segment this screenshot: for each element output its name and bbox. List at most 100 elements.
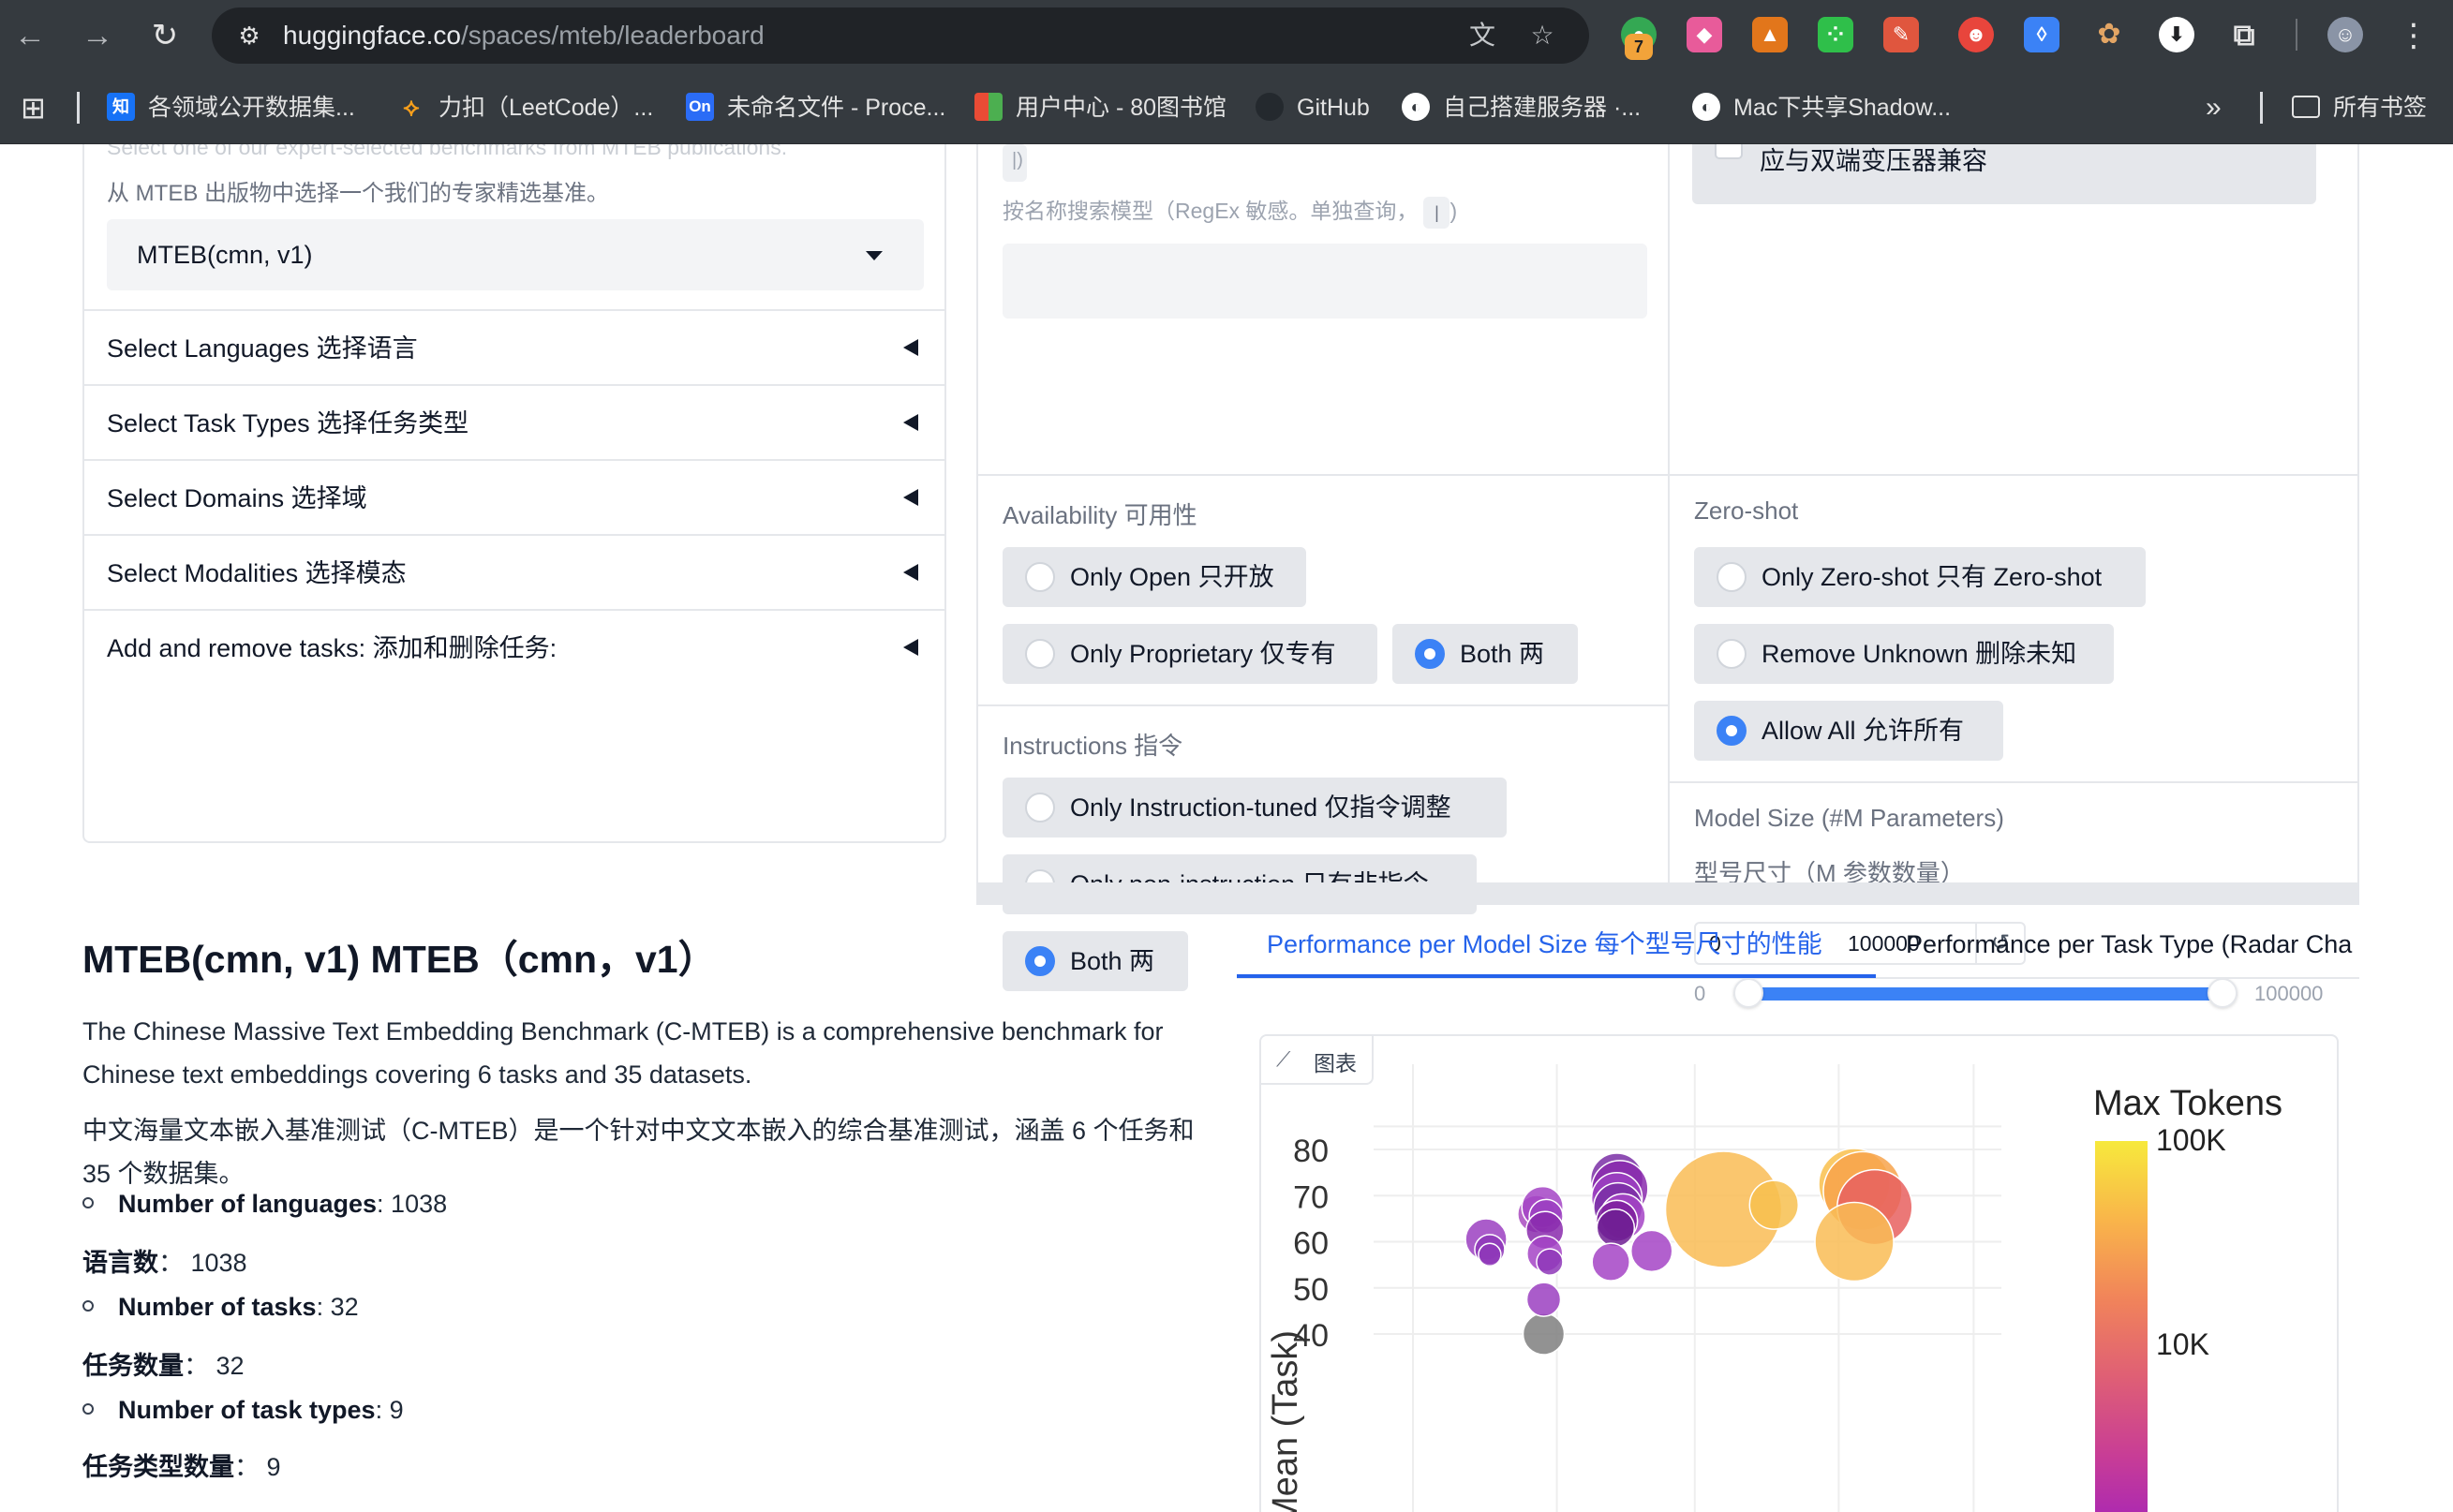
address-bar[interactable]: ⚙ huggingface.co/spaces/mteb/leaderboard… bbox=[212, 7, 1589, 64]
performance-chart: 40 50 60 70 80 Mean (Task) Max Tokens 100K 10K … bbox=[1259, 1034, 2339, 1512]
globe-icon: ◐ bbox=[1692, 93, 1720, 122]
radio-only-proprietary[interactable]: Only Proprietary 仅专有 bbox=[1003, 624, 1377, 684]
y-tick-label: 70 bbox=[1293, 1179, 1329, 1215]
bullet-icon bbox=[82, 1196, 94, 1208]
benchmark-info-cn: 从 MTEB 出版物中选择一个我们的专家精选基准。 bbox=[107, 181, 610, 206]
scatter-plot[interactable]: 4050607080Mean (Task) Max Tokens100K10K bbox=[1261, 1036, 2339, 1512]
reload-icon[interactable]: ↻ bbox=[142, 13, 187, 58]
bookmark-item[interactable]: ◐ Mac下共享Shadow... bbox=[1692, 71, 1951, 144]
instructions-label: Instructions 指令 bbox=[1003, 732, 1183, 760]
data-point bbox=[1814, 1201, 1895, 1282]
radio-instructions-both[interactable]: Both 两 bbox=[1003, 931, 1188, 991]
more-bookmarks-icon[interactable]: » bbox=[2206, 71, 2222, 144]
accordion-select-languages[interactable]: Select Languages 选择语言 bbox=[84, 309, 944, 384]
filter-panel: |) 按名称搜索模型（RegEx 敏感。单独查询， |) 应与双端变压器兼容 Av… bbox=[976, 144, 2359, 1008]
extension-badge: 7 bbox=[1625, 34, 1653, 60]
chart-label-badge: ⟋ 图表 bbox=[1261, 1036, 1374, 1085]
caret-left-icon bbox=[903, 564, 918, 581]
site-settings-icon[interactable]: ⚙ bbox=[232, 19, 266, 52]
benchmark-select[interactable]: MTEB(cmn, v1) bbox=[107, 219, 924, 290]
folder-icon bbox=[2292, 96, 2320, 119]
bookmark-item[interactable]: On 未命名文件 - Proce... bbox=[686, 71, 945, 144]
radio-dot-selected bbox=[1415, 639, 1445, 669]
compat-checkbox[interactable] bbox=[1715, 144, 1743, 159]
zeroshot-label: Zero-shot bbox=[1694, 497, 1799, 525]
caret-left-icon bbox=[903, 489, 918, 506]
leetcode-icon: ⟡ bbox=[403, 93, 420, 122]
model-search-input[interactable] bbox=[1003, 244, 1647, 319]
url-text[interactable]: huggingface.co/spaces/mteb/leaderboard bbox=[283, 7, 765, 64]
bookmark-item[interactable]: GitHub bbox=[1256, 71, 1370, 144]
radio-dot bbox=[1025, 562, 1055, 592]
data-point bbox=[1629, 1229, 1673, 1273]
radio-availability-both[interactable]: Both 两 bbox=[1392, 624, 1578, 684]
bookmark-item[interactable]: 知各领域公开数据集... bbox=[107, 71, 355, 144]
profile-avatar[interactable]: ☺ bbox=[2327, 17, 2363, 52]
globe-icon: ◐ bbox=[1402, 93, 1430, 122]
model-size-slider-fill bbox=[1748, 987, 2224, 1001]
radio-only-zero-shot[interactable]: Only Zero-shot 只有 Zero-shot bbox=[1694, 547, 2146, 607]
stat-tasks-cn: 任务数量： 32 bbox=[82, 1352, 245, 1380]
accordion-select-modalities[interactable]: Select Modalities 选择模态 bbox=[84, 534, 944, 609]
extension-drop-icon[interactable]: ◊ bbox=[2024, 17, 2059, 52]
extension-red-icon[interactable]: ☻ bbox=[1958, 17, 1994, 52]
data-point bbox=[1522, 1312, 1566, 1356]
stat-task-types-cn: 任务类型数量： 9 bbox=[82, 1453, 281, 1481]
bookmark-item[interactable]: ⟡ 力扣（LeetCode）... bbox=[397, 71, 653, 144]
bullet-icon bbox=[82, 1402, 94, 1415]
bookmark-item[interactable]: ◐ 自己搭建服务器 ·... bbox=[1402, 71, 1641, 144]
kbd-fragment-text: |) bbox=[1012, 150, 1023, 170]
benchmark-panel: Select one of our expert-selected benchm… bbox=[82, 144, 946, 843]
radio-allow-all[interactable]: Allow All 允许所有 bbox=[1694, 701, 2003, 761]
forward-icon[interactable]: → bbox=[75, 13, 120, 58]
availability-label: Availability 可用性 bbox=[1003, 501, 1197, 529]
colorbar-gradient bbox=[2095, 1141, 2148, 1512]
extension-tool-icon[interactable]: ✎ bbox=[1883, 17, 1919, 52]
section-divider bbox=[978, 704, 1668, 706]
search-info: 按名称搜索模型（RegEx 敏感。单独查询， |) bbox=[1003, 193, 1457, 229]
colorbar-tick-label: 100K bbox=[2156, 1123, 2226, 1157]
translate-icon[interactable]: 文 bbox=[1465, 19, 1499, 52]
apps-grid-icon[interactable]: ⊞ bbox=[21, 71, 46, 144]
back-icon[interactable]: ← bbox=[7, 13, 52, 58]
slider-min-handle[interactable] bbox=[1733, 978, 1763, 1008]
extension-dice-icon[interactable]: ⁘ bbox=[1818, 17, 1853, 52]
tab-performance-per-model-size[interactable]: Performance per Model Size 每个型号尺寸的性能 bbox=[1267, 914, 1822, 974]
colorbar-title: Max Tokens bbox=[2093, 1084, 2282, 1123]
bookmark-item[interactable]: 用户中心 - 80图书馆 bbox=[974, 71, 1226, 144]
y-tick-label: 60 bbox=[1293, 1226, 1329, 1262]
radio-remove-unknown[interactable]: Remove Unknown 删除未知 bbox=[1694, 624, 2114, 684]
radio-only-instruction-tuned[interactable]: Only Instruction-tuned 仅指令调整 bbox=[1003, 778, 1507, 838]
y-axis-label: Mean (Task) bbox=[1266, 1330, 1305, 1512]
column-divider bbox=[1668, 144, 1670, 884]
extension-pink-icon[interactable]: ◆ bbox=[1687, 17, 1722, 52]
browser-toolbar: ← → ↻ ⚙ huggingface.co/spaces/mteb/leade… bbox=[0, 0, 2453, 71]
accordion-add-remove-tasks[interactable]: Add and remove tasks: 添加和删除任务: bbox=[84, 609, 944, 688]
slider-max-handle[interactable] bbox=[2208, 978, 2237, 1008]
compat-checkbox-row[interactable]: 应与双端变压器兼容 bbox=[1692, 144, 2316, 204]
all-bookmarks[interactable]: 所有书签 bbox=[2292, 71, 2427, 144]
caret-left-icon bbox=[903, 339, 918, 356]
radio-only-open[interactable]: Only Open 只开放 bbox=[1003, 547, 1306, 607]
section-divider bbox=[978, 474, 1668, 476]
download-icon[interactable]: ⬇ bbox=[2159, 17, 2194, 52]
bookmarks-divider bbox=[2260, 92, 2263, 124]
bullet-icon bbox=[82, 1299, 94, 1312]
browser-menu-icon[interactable]: ⋮ bbox=[2391, 13, 2436, 58]
page-content: Select one of our expert-selected benchm… bbox=[0, 144, 2453, 1512]
accordion-select-domains[interactable]: Select Domains 选择域 bbox=[84, 459, 944, 534]
stat-languages: Number of languages: 1038 bbox=[82, 1190, 447, 1219]
y-tick-label: 50 bbox=[1293, 1272, 1329, 1308]
toolbar-divider bbox=[2296, 19, 2297, 51]
accordion-select-task-types[interactable]: Select Task Types 选择任务类型 bbox=[84, 384, 944, 459]
library-icon bbox=[974, 93, 1003, 122]
stat-languages-cn: 语言数： 1038 bbox=[82, 1249, 247, 1277]
slider-min-label: 0 bbox=[1694, 982, 1706, 1005]
bookmark-star-icon[interactable]: ☆ bbox=[1525, 19, 1559, 52]
benchmark-description-cn: 中文海量文本嵌入基准测试（C-MTEB）是一个针对中文文本嵌入的综合基准测试，涵… bbox=[82, 1117, 1195, 1188]
extension-cookie-icon[interactable]: ✿ bbox=[2091, 17, 2127, 52]
extension-fox-icon[interactable]: ▲ bbox=[1752, 17, 1788, 52]
data-point bbox=[1591, 1242, 1630, 1282]
tab-performance-per-task-type[interactable]: Performance per Task Type (Radar Cha bbox=[1906, 914, 2359, 974]
extensions-puzzle-icon[interactable]: ⧉ bbox=[2226, 17, 2262, 52]
